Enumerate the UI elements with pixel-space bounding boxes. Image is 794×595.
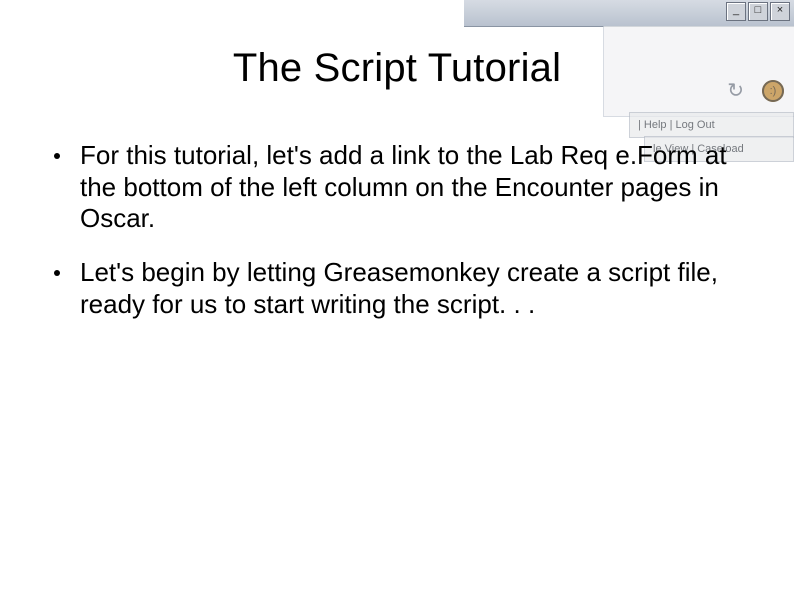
slide-title: The Script Tutorial <box>0 46 794 91</box>
slide-bullet-list: For this tutorial, let's add a link to t… <box>54 140 740 343</box>
bullet-item: For this tutorial, let's add a link to t… <box>54 140 740 235</box>
slide-content: The Script Tutorial For this tutorial, l… <box>0 0 794 595</box>
bullet-item: Let's begin by letting Greasemonkey crea… <box>54 257 740 320</box>
